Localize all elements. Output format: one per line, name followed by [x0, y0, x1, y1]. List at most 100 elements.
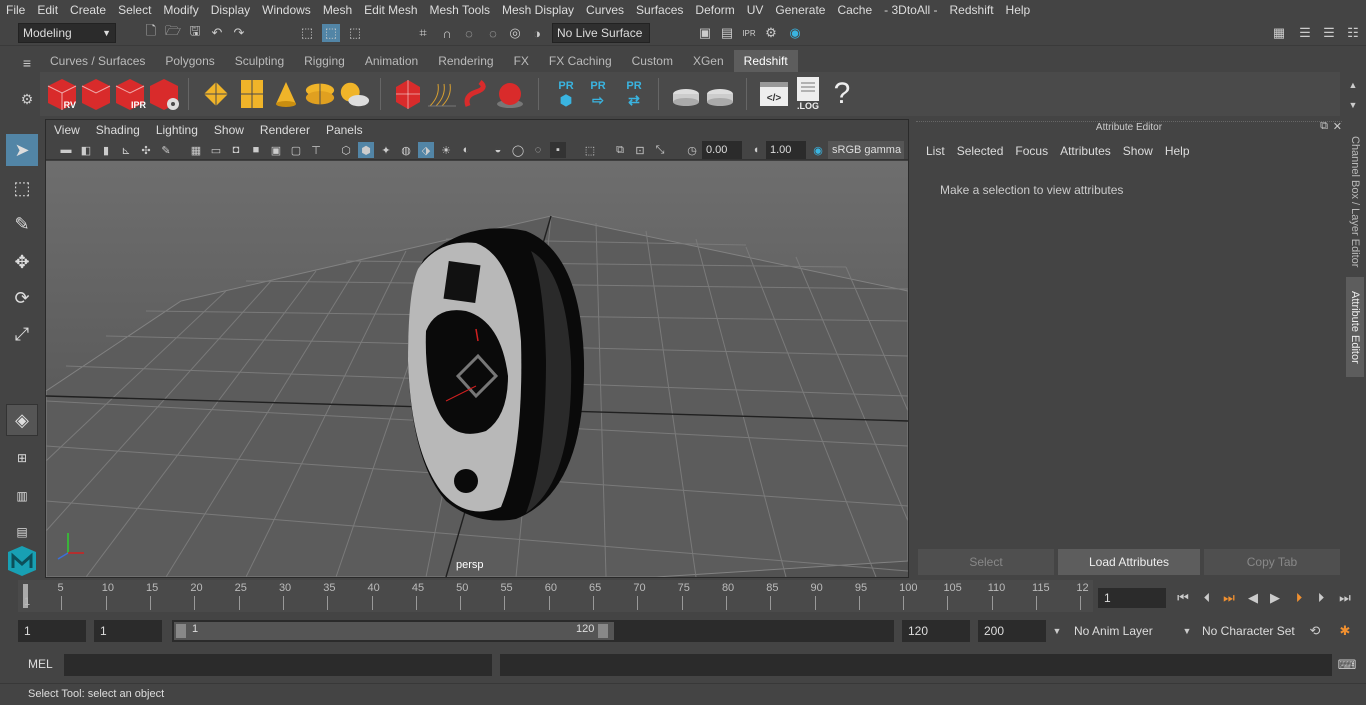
- chevron-down-icon[interactable]: ▼: [1178, 622, 1196, 640]
- shelf-tab-sculpting[interactable]: Sculpting: [225, 50, 294, 72]
- rs-sphere-button[interactable]: [494, 76, 526, 112]
- camera-attributes-icon[interactable]: ◧: [78, 142, 94, 158]
- menu-display[interactable]: Display: [205, 0, 256, 20]
- grid-icon[interactable]: ▦: [188, 142, 204, 158]
- menu-mesh-display[interactable]: Mesh Display: [496, 0, 580, 20]
- workspace-icon[interactable]: ▦: [1270, 24, 1288, 42]
- rs-bake-button[interactable]: [670, 76, 702, 112]
- two-d-pan-icon[interactable]: ✣: [138, 142, 154, 158]
- ae-select-button[interactable]: Select: [918, 549, 1054, 575]
- ae-menu-list[interactable]: List: [920, 141, 951, 161]
- attribute-editor-toggle-icon[interactable]: ☰: [1296, 24, 1314, 42]
- menu-edit-mesh[interactable]: Edit Mesh: [358, 0, 423, 20]
- exposure-icon[interactable]: ◷: [684, 142, 700, 158]
- rs-log-button[interactable]: .LOG: [792, 76, 824, 112]
- chevron-down-icon[interactable]: ▼: [1048, 622, 1066, 640]
- channel-box-tab[interactable]: Channel Box / Layer Editor: [1346, 127, 1364, 277]
- panel-menu-renderer[interactable]: Renderer: [252, 120, 318, 140]
- panel-menu-view[interactable]: View: [46, 120, 88, 140]
- paint-select-tool-icon[interactable]: ✎: [6, 208, 38, 240]
- single-perspective-layout-icon[interactable]: ◈: [6, 404, 38, 436]
- motion-blur-icon[interactable]: ◒: [490, 142, 506, 158]
- resolution-gate-icon[interactable]: ◘: [228, 142, 244, 158]
- snap-live-icon[interactable]: ◑: [528, 24, 546, 42]
- go-to-start-icon[interactable]: ⏮: [1174, 589, 1192, 607]
- shelf-scroll-down-icon[interactable]: ▼: [1344, 96, 1362, 114]
- step-back-key-icon[interactable]: ⏭: [1220, 589, 1238, 607]
- xray-joints-icon[interactable]: ⧉: [612, 142, 628, 158]
- time-slider[interactable]: 1 5 10 15 20 25 30 35 40 45 50 55 60 65 70 75 80 85 90 95 1…: [18, 580, 1093, 612]
- panel-menu-shading[interactable]: Shading: [88, 120, 148, 140]
- rs-bake-set-button[interactable]: [704, 76, 736, 112]
- menu-mesh[interactable]: Mesh: [317, 0, 358, 20]
- open-scene-icon[interactable]: 🗁: [164, 23, 182, 42]
- play-forward-icon[interactable]: ▶: [1266, 589, 1284, 607]
- rs-pr-cube-button[interactable]: PR ⬢: [550, 76, 582, 112]
- menu-select[interactable]: Select: [112, 0, 157, 20]
- menu-redshift[interactable]: Redshift: [944, 0, 1000, 20]
- rs-hair-button[interactable]: [426, 76, 458, 112]
- shelf-tab-curves-surfaces[interactable]: Curves / Surfaces: [40, 50, 155, 72]
- rs-ipr-button[interactable]: IPR: [114, 76, 146, 112]
- rs-sun-sky-button[interactable]: [338, 76, 370, 112]
- rs-proxy-button[interactable]: [392, 76, 424, 112]
- shelf-tab-xgen[interactable]: XGen: [683, 50, 734, 72]
- bookmark-icon[interactable]: ▮: [98, 142, 114, 158]
- panel-menu-show[interactable]: Show: [206, 120, 252, 140]
- play-backward-icon[interactable]: ◀: [1244, 589, 1262, 607]
- range-slider-bar[interactable]: [174, 622, 614, 640]
- mode-dropdown[interactable]: Modeling ▼: [18, 23, 116, 43]
- shelf-tab-polygons[interactable]: Polygons: [155, 50, 224, 72]
- shelf-tab-redshift[interactable]: Redshift: [733, 50, 798, 72]
- rs-batch-render-button[interactable]: [80, 76, 112, 112]
- close-icon[interactable]: ✕: [1333, 120, 1342, 133]
- menu-create[interactable]: Create: [64, 0, 112, 20]
- channel-box-toggle-icon[interactable]: ☷: [1344, 24, 1362, 42]
- menu-surfaces[interactable]: Surfaces: [630, 0, 689, 20]
- current-frame-field[interactable]: 1: [1098, 588, 1166, 608]
- camera-icon[interactable]: ▬: [58, 142, 74, 158]
- shelf-tab-rendering[interactable]: Rendering: [428, 50, 503, 72]
- ae-load-attributes-button[interactable]: Load Attributes: [1058, 549, 1200, 575]
- hypershade-icon[interactable]: ◉: [786, 24, 804, 42]
- ae-menu-show[interactable]: Show: [1117, 141, 1159, 161]
- live-surface-field[interactable]: No Live Surface: [552, 23, 650, 43]
- image-plane-icon[interactable]: ⊾: [118, 142, 134, 158]
- menu-windows[interactable]: Windows: [256, 0, 317, 20]
- x-ray-icon[interactable]: ▪: [550, 142, 566, 158]
- menu-cache[interactable]: Cache: [831, 0, 878, 20]
- undo-icon[interactable]: ↶: [208, 24, 226, 42]
- field-chart-icon[interactable]: ▣: [268, 142, 284, 158]
- range-start-handle[interactable]: [176, 624, 186, 638]
- rs-help-button[interactable]: ?: [826, 76, 858, 112]
- shelf-tab-animation[interactable]: Animation: [355, 50, 428, 72]
- attribute-editor-tab[interactable]: Attribute Editor: [1346, 277, 1364, 377]
- menu-file[interactable]: File: [0, 0, 31, 20]
- range-end-handle[interactable]: [598, 624, 608, 638]
- shelf-tab-fx-caching[interactable]: FX Caching: [539, 50, 622, 72]
- rotate-tool-icon[interactable]: ⟳: [6, 282, 38, 314]
- shelf-settings-icon[interactable]: ⚙: [18, 90, 36, 108]
- color-space-dropdown[interactable]: sRGB gamma: [828, 141, 904, 159]
- shaded-wireframe-icon[interactable]: ✦: [378, 142, 394, 158]
- safe-title-icon[interactable]: ⊤: [308, 142, 324, 158]
- rs-script-button[interactable]: </>: [758, 76, 790, 112]
- anti-aliasing-icon[interactable]: ◯: [510, 142, 526, 158]
- select-tool-icon[interactable]: ➤: [6, 134, 38, 166]
- character-set-dropdown[interactable]: No Character Set: [1196, 620, 1300, 642]
- playback-start-field[interactable]: 1: [94, 620, 162, 642]
- ae-menu-attributes[interactable]: Attributes: [1054, 141, 1117, 161]
- film-gate-icon[interactable]: ▭: [208, 142, 224, 158]
- panel-menu-lighting[interactable]: Lighting: [148, 120, 206, 140]
- menu-generate[interactable]: Generate: [769, 0, 831, 20]
- ipr-render-icon[interactable]: IPR: [740, 24, 758, 42]
- depth-of-field-icon[interactable]: ◌: [530, 142, 546, 158]
- rs-spot-light-button[interactable]: [270, 76, 302, 112]
- isolate-select-icon[interactable]: ⬚: [582, 142, 598, 158]
- anim-layer-dropdown[interactable]: No Anim Layer: [1068, 620, 1176, 642]
- command-language-label[interactable]: MEL: [28, 657, 53, 671]
- menu-uv[interactable]: UV: [741, 0, 770, 20]
- snap-projected-icon[interactable]: ◌: [484, 24, 502, 42]
- ae-copy-tab-button[interactable]: Copy Tab: [1204, 549, 1340, 575]
- animation-end-field[interactable]: 200: [978, 620, 1046, 642]
